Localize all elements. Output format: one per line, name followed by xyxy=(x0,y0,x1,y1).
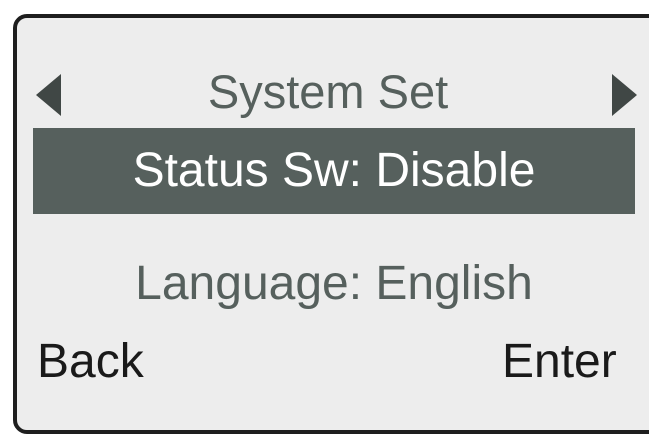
lcd-screen: System Set Status Sw: Disable Language: … xyxy=(13,14,649,434)
back-button[interactable]: Back xyxy=(37,332,144,392)
triangle-right-icon[interactable] xyxy=(612,74,637,116)
menu-item-status-switch[interactable]: Status Sw: Disable xyxy=(33,128,635,214)
page-title: System Set xyxy=(207,65,449,118)
menu-item-language[interactable]: Language: English xyxy=(33,254,635,314)
enter-button[interactable]: Enter xyxy=(502,332,617,392)
